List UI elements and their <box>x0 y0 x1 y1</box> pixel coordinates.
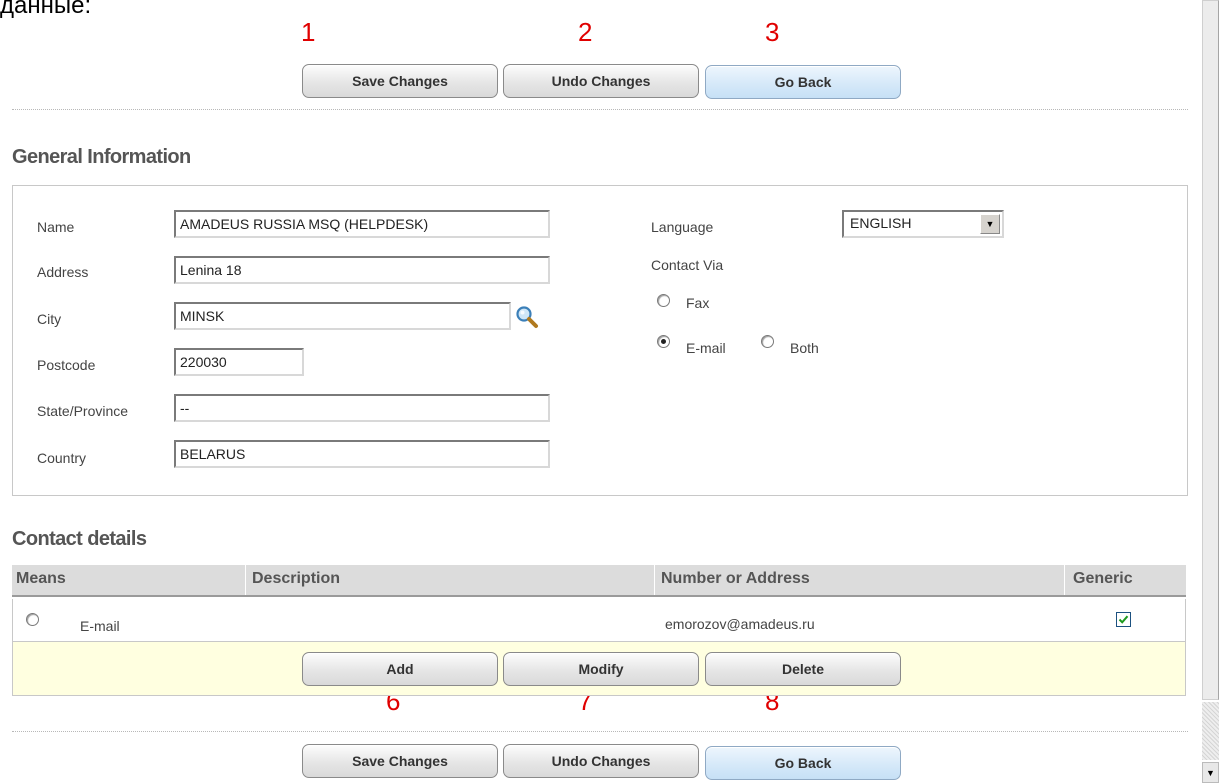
divider <box>12 109 1188 110</box>
page-caption: данные: <box>0 0 92 19</box>
address-label: Address <box>37 264 89 280</box>
modify-button[interactable]: Modify <box>503 652 699 686</box>
city-field[interactable]: MINSK <box>174 302 511 330</box>
column-means: Means <box>16 570 66 587</box>
scrollbar-thumb[interactable] <box>1202 0 1219 700</box>
state-province-label: State/Province <box>37 403 129 419</box>
address-field[interactable]: Lenina 18 <box>174 256 550 284</box>
column-separator <box>245 565 246 595</box>
contact-via-fax-label: Fax <box>686 295 710 311</box>
contact-via-email-label: E-mail <box>686 340 726 356</box>
contact-via-label: Contact Via <box>651 257 724 273</box>
language-value: ENGLISH <box>850 215 912 231</box>
scrollbar-track[interactable] <box>1202 702 1219 760</box>
language-select[interactable]: ENGLISH ▼ <box>842 210 1004 238</box>
language-label: Language <box>651 219 714 235</box>
vertical-scrollbar[interactable]: ▼ <box>1200 0 1220 783</box>
contact-details-title: Contact details <box>12 528 147 550</box>
name-field[interactable]: AMADEUS RUSSIA MSQ (HELPDESK) <box>174 210 550 238</box>
name-label: Name <box>37 219 75 235</box>
state-province-field[interactable]: -- <box>174 394 550 422</box>
undo-changes-button-bottom[interactable]: Undo Changes <box>503 744 699 778</box>
generic-checkbox[interactable] <box>1116 612 1131 627</box>
scroll-down-arrow-icon[interactable]: ▼ <box>1202 762 1219 783</box>
magnifier-icon[interactable] <box>514 304 540 330</box>
contact-via-both-radio[interactable] <box>761 335 774 348</box>
go-back-button-top[interactable]: Go Back <box>705 65 901 99</box>
row-means: E-mail <box>80 618 120 634</box>
column-generic: Generic <box>1073 570 1133 587</box>
delete-button[interactable]: Delete <box>705 652 901 686</box>
contact-via-both-label: Both <box>790 340 819 356</box>
contact-table-header: Means Description Number or Address Gene… <box>12 565 1186 597</box>
general-information-title: General Information <box>12 146 191 168</box>
save-changes-button-bottom[interactable]: Save Changes <box>302 744 498 778</box>
add-button[interactable]: Add <box>302 652 498 686</box>
annotation-2: 2 <box>578 17 593 47</box>
column-description: Description <box>252 570 341 587</box>
annotation-3: 3 <box>765 17 780 47</box>
divider <box>12 731 1188 732</box>
contact-via-email-radio[interactable] <box>657 335 670 348</box>
column-separator <box>1064 565 1065 595</box>
row-select-radio[interactable] <box>26 613 39 626</box>
go-back-button-bottom[interactable]: Go Back <box>705 746 901 780</box>
undo-changes-button-top[interactable]: Undo Changes <box>503 64 699 98</box>
country-label: Country <box>37 450 87 466</box>
row-address: emorozov@amadeus.ru <box>665 616 815 632</box>
column-number-or-address: Number or Address <box>661 570 810 587</box>
city-label: City <box>37 311 62 327</box>
annotation-1: 1 <box>301 17 316 47</box>
country-field[interactable]: BELARUS <box>174 440 550 468</box>
contact-via-fax-radio[interactable] <box>657 294 670 307</box>
postcode-label: Postcode <box>37 357 96 373</box>
postcode-field[interactable]: 220030 <box>174 348 304 376</box>
triangle-down-icon[interactable]: ▼ <box>980 214 1000 234</box>
save-changes-button-top[interactable]: Save Changes <box>302 64 498 98</box>
table-row[interactable] <box>12 599 1186 641</box>
column-separator <box>654 565 655 595</box>
